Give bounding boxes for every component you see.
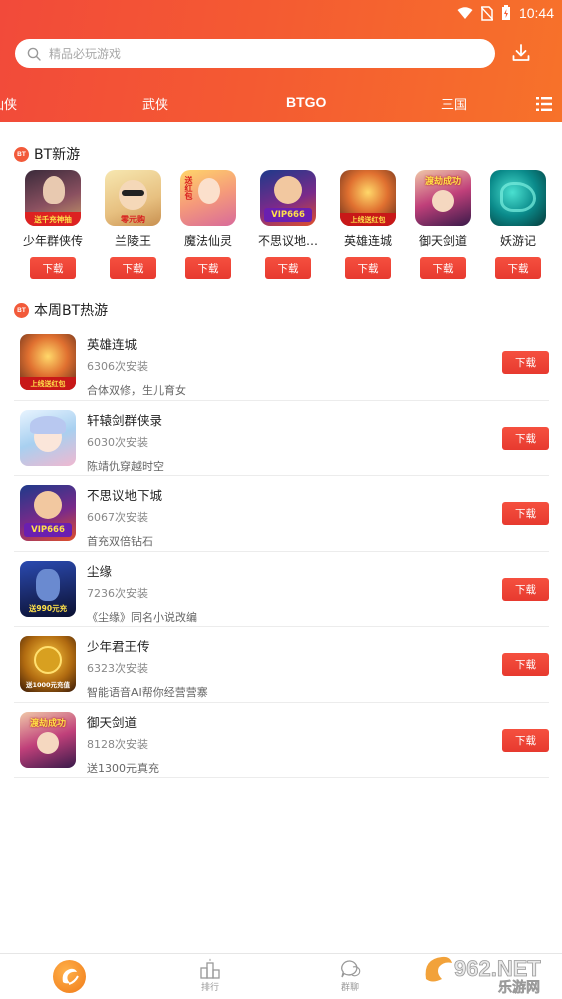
- install-count: 6067次安装: [87, 511, 148, 524]
- game-description: 送1300元真充: [87, 761, 159, 775]
- new-game-card[interactable]: 妖游记 下载: [479, 170, 557, 279]
- download-button[interactable]: 下载: [502, 577, 549, 601]
- game-icon-yutian: 渡劫成功: [20, 711, 76, 768]
- bt-badge-icon: BT: [14, 302, 29, 318]
- search-input[interactable]: [49, 46, 449, 61]
- list-item[interactable]: 送990元充 尘缘 7236次安装 《尘缘》同名小说改编 下载: [14, 552, 549, 627]
- game-name: 兰陵王: [114, 234, 151, 248]
- install-count: 6030次安装: [87, 435, 148, 449]
- install-count: 6323次安装: [87, 662, 148, 675]
- install-count: 8128次安装: [87, 737, 148, 751]
- new-games-heading: BT BT新游: [14, 144, 80, 164]
- game-icon-shaonian: 送千充神抽: [25, 170, 81, 226]
- download-button[interactable]: 下载: [30, 257, 76, 279]
- download-button[interactable]: 下载: [502, 351, 549, 374]
- game-name: 御天剑道: [418, 234, 467, 248]
- game-icon-yaoyou: [490, 170, 546, 226]
- game-title: 轩辕剑群侠录: [87, 412, 163, 428]
- hot-games-title: 本周BT热游: [34, 303, 109, 319]
- download-button[interactable]: 下载: [265, 257, 311, 279]
- game-name: 妖游记: [499, 234, 536, 248]
- search-bar[interactable]: [15, 39, 495, 68]
- list-item[interactable]: 上线送红包 英雄连城 6306次安装 合体双修，生儿育女 下载: [14, 325, 549, 401]
- game-name: 不思议地…: [257, 234, 318, 248]
- download-button[interactable]: 下载: [502, 653, 549, 676]
- svg-text:乐游网: 乐游网: [498, 979, 540, 995]
- ranking-icon: [200, 958, 220, 979]
- new-games-row: 送千充神抽 少年群侠传 下载 零元购 兰陵王 下载 送红包 魔法仙灵 下载 VI…: [0, 170, 562, 280]
- download-button[interactable]: 下载: [185, 257, 231, 279]
- nav-ranking[interactable]: 排行: [199, 958, 221, 993]
- tab-xianxia[interactable]: 仙侠: [0, 94, 17, 113]
- download-button[interactable]: 下载: [345, 257, 391, 279]
- game-icon-busiyi: VIP666: [20, 485, 76, 541]
- game-title: 御天剑道: [87, 714, 138, 730]
- new-game-card[interactable]: 渡劫成功 御天剑道 下载: [404, 170, 482, 279]
- hot-games-list: 上线送红包 英雄连城 6306次安装 合体双修，生儿育女 下载 轩辕剑群侠录 6…: [14, 325, 549, 778]
- game-icon-yingxiong: 上线送红包: [20, 334, 76, 390]
- list-item[interactable]: 渡劫成功 御天剑道 8128次安装 送1300元真充 下载: [14, 703, 549, 778]
- game-description: 合体双修，生儿育女: [87, 384, 186, 397]
- chat-icon: [341, 960, 361, 978]
- game-title: 少年君王传: [87, 639, 150, 654]
- new-game-card[interactable]: 上线送红包 英雄连城 下载: [329, 170, 407, 279]
- install-count: 7236次安装: [87, 586, 148, 600]
- list-item[interactable]: VIP666 不思议地下城 6067次安装 首充双倍钻石 下载: [14, 476, 549, 552]
- download-button[interactable]: 下载: [495, 257, 541, 279]
- category-tabs: 仙侠 武侠 BTGO 三国: [0, 94, 562, 118]
- game-icon-xuanyuan: [20, 409, 76, 466]
- tab-wuxia[interactable]: 武侠: [142, 94, 168, 113]
- download-button[interactable]: 下载: [502, 426, 549, 450]
- game-description: 陈靖仇穿越时空: [87, 459, 164, 473]
- game-icon-yutian: 渡劫成功: [415, 170, 471, 226]
- nav-group-chat[interactable]: 群聊: [339, 958, 361, 993]
- game-description: 首充双倍钻石: [87, 535, 153, 548]
- new-games-title: BT新游: [34, 147, 81, 163]
- game-icon-mofa: 送红包: [180, 170, 236, 226]
- game-icon-lanling: 零元购: [105, 170, 161, 226]
- game-name: 魔法仙灵: [183, 234, 232, 248]
- tab-btgo[interactable]: BTGO: [286, 94, 326, 110]
- download-button[interactable]: 下载: [110, 257, 156, 279]
- wifi-icon: [457, 6, 473, 19]
- game-icon-yingxiong: 上线送红包: [340, 170, 396, 226]
- nav-ranking-label: 排行: [200, 983, 219, 993]
- list-item[interactable]: 送1000元充值 少年君王传 6323次安装 智能语音AI帮你经营营寨 下载: [14, 627, 549, 703]
- bt-badge-icon: BT: [14, 146, 29, 162]
- game-title: 不思议地下城: [87, 488, 163, 503]
- game-title: 尘缘: [87, 563, 113, 579]
- status-bar: 10:44: [457, 2, 554, 24]
- game-icon-shaonianjunwang: 送1000元充值: [20, 636, 76, 692]
- download-button[interactable]: 下载: [502, 728, 549, 752]
- game-title: 英雄连城: [87, 337, 138, 352]
- list-item[interactable]: 轩辕剑群侠录 6030次安装 陈靖仇穿越时空 下载: [14, 401, 549, 476]
- menu-list-icon[interactable]: [536, 96, 552, 112]
- game-description: 《尘缘》同名小说改编: [87, 610, 197, 624]
- download-button[interactable]: 下载: [420, 257, 466, 279]
- search-icon: [27, 47, 41, 61]
- game-icon-busiyi: VIP666: [260, 170, 316, 226]
- game-name: 少年群侠传: [22, 234, 83, 248]
- battery-icon: [501, 5, 510, 20]
- header: 10:44 仙侠 武侠 BTGO 三国: [0, 0, 562, 122]
- game-description: 智能语音AI帮你经营营寨: [87, 686, 208, 699]
- hot-games-heading: BT 本周BT热游: [14, 300, 108, 320]
- clock: 10:44: [518, 5, 554, 21]
- nav-home-icon[interactable]: [53, 960, 86, 993]
- no-sim-icon: [480, 5, 493, 21]
- svg-text:962.NET: 962.NET: [454, 956, 541, 981]
- nav-chat-label: 群聊: [340, 983, 359, 993]
- new-game-card[interactable]: 零元购 兰陵王 下载: [94, 170, 172, 279]
- install-count: 6306次安装: [87, 360, 148, 373]
- download-manager-icon[interactable]: [510, 42, 532, 64]
- game-name: 英雄连城: [343, 234, 392, 248]
- new-game-card[interactable]: VIP666 不思议地… 下载: [249, 170, 327, 279]
- download-button[interactable]: 下载: [502, 502, 549, 525]
- game-icon-chenyuan: 送990元充: [20, 560, 76, 617]
- new-game-card[interactable]: 送千充神抽 少年群侠传 下载: [14, 170, 92, 279]
- site-watermark-logo: 962.NET 乐游网: [420, 949, 558, 996]
- tab-sanguo[interactable]: 三国: [441, 94, 467, 113]
- new-game-card[interactable]: 送红包 魔法仙灵 下载: [169, 170, 247, 279]
